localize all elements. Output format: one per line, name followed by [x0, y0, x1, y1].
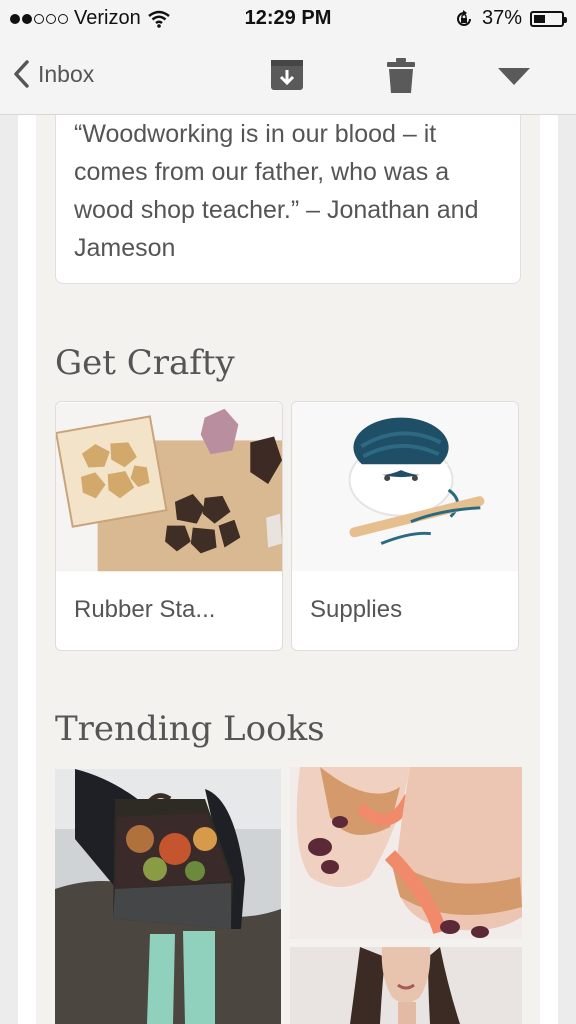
trending-photo-sandals[interactable]: [290, 767, 522, 939]
supplies-image: [292, 402, 518, 572]
rotation-lock-icon: [457, 9, 471, 26]
quote-card: “Woodworking is in our blood – it comes …: [55, 115, 521, 284]
trending-photo-portrait[interactable]: [290, 947, 522, 1024]
status-right: 37%: [454, 7, 567, 30]
triangle-down-icon[interactable]: [498, 68, 530, 86]
back-button[interactable]: Inbox: [12, 60, 94, 88]
status-bar: Verizon 12:29 PM 37%: [0, 0, 576, 38]
trash-icon[interactable]: [387, 58, 415, 94]
tile-label-rubber-stamps: Rubber Sta...: [74, 596, 216, 623]
archive-icon[interactable]: [269, 58, 305, 92]
tile-label-supplies: Supplies: [310, 596, 403, 623]
chevron-left-icon: [14, 60, 29, 88]
nav-bar: Inbox: [0, 38, 576, 115]
trending-photo-backpack[interactable]: [55, 769, 281, 1024]
back-label: Inbox: [38, 60, 95, 87]
crafty-tile-supplies[interactable]: Supplies: [291, 401, 519, 651]
rubber-stamps-image: [56, 402, 282, 572]
battery-icon: [530, 10, 567, 27]
message-content[interactable]: “Woodworking is in our blood – it comes …: [0, 115, 576, 1024]
battery-percent: 37%: [481, 7, 522, 29]
crafty-tile-rubber-stamps[interactable]: Rubber Sta...: [55, 401, 283, 651]
quote-text: “Woodworking is in our blood – it comes …: [74, 120, 479, 262]
get-crafty-heading: Get Crafty: [55, 343, 235, 383]
trending-looks-heading: Trending Looks: [55, 709, 325, 749]
